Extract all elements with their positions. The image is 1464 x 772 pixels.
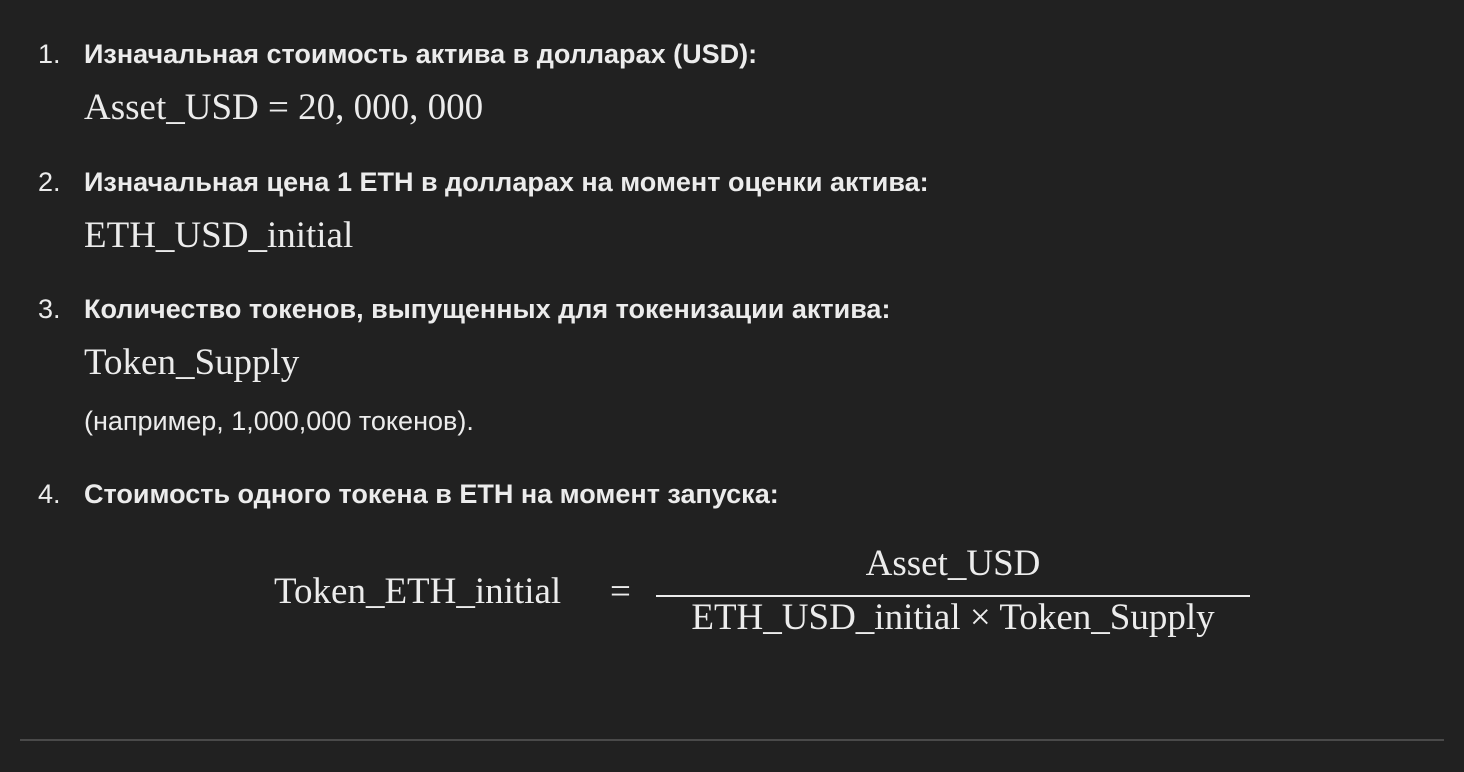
- list-number: 2.: [38, 164, 61, 200]
- math-expression: Token_Supply: [84, 341, 299, 385]
- list-heading: Изначальная цена 1 ETH в долларах на мом…: [84, 164, 929, 200]
- list-heading: Стоимость одного токена в ETH на момент …: [84, 476, 779, 512]
- formula-lhs: Token_ETH_initial: [274, 570, 561, 614]
- section-divider: [20, 739, 1444, 741]
- math-expression: Asset_USD = 20, 000, 000: [84, 86, 483, 130]
- list-heading: Изначальная стоимость актива в долларах …: [84, 36, 757, 72]
- list-heading: Количество токенов, выпущенных для токен…: [84, 291, 890, 327]
- formula-equals: =: [610, 570, 631, 614]
- example-note: (например, 1,000,000 токенов).: [84, 403, 474, 439]
- list-number: 3.: [38, 291, 61, 327]
- fraction-numerator: Asset_USD: [656, 542, 1250, 586]
- list-number: 4.: [38, 476, 61, 512]
- math-expression: ETH_USD_initial: [84, 214, 353, 258]
- fraction-denominator: ETH_USD_initial × Token_Supply: [656, 596, 1250, 640]
- list-number: 1.: [38, 36, 61, 72]
